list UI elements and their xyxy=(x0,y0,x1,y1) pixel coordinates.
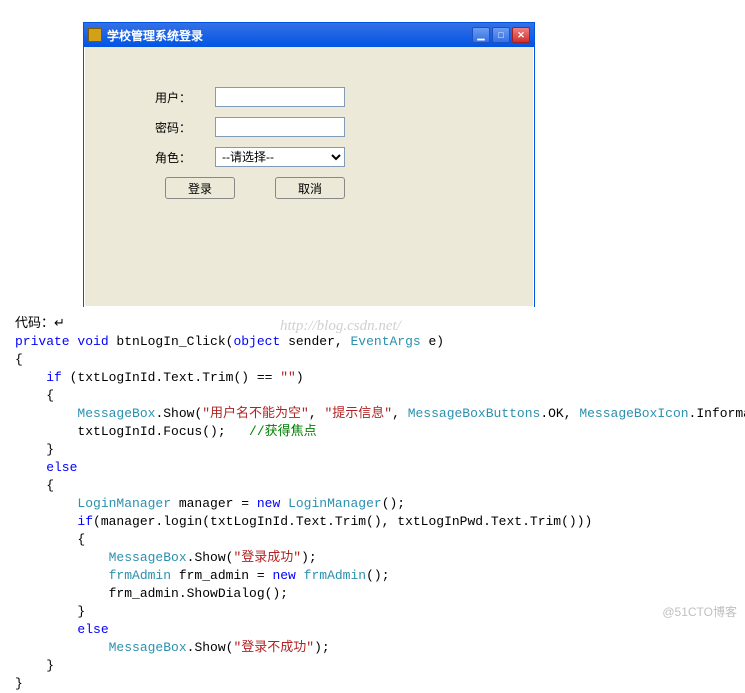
password-input[interactable] xyxy=(215,117,345,137)
maximize-button[interactable]: □ xyxy=(492,27,510,43)
password-label: 密码： xyxy=(155,119,215,136)
code-label: 代码：↵ xyxy=(15,316,65,331)
role-label: 角色： xyxy=(155,149,215,166)
window-title: 学校管理系统登录 xyxy=(107,27,472,44)
login-window: 学校管理系统登录 ▁ □ ✕ 用户： 密码： 角色： --请选择-- 登录 取消 xyxy=(83,22,535,307)
client-area: 用户： 密码： 角色： --请选择-- 登录 取消 xyxy=(84,47,534,307)
minimize-button[interactable]: ▁ xyxy=(472,27,490,43)
user-input[interactable] xyxy=(215,87,345,107)
user-label: 用户： xyxy=(155,89,215,106)
titlebar[interactable]: 学校管理系统登录 ▁ □ ✕ xyxy=(84,23,534,47)
app-icon xyxy=(88,28,102,42)
cancel-button[interactable]: 取消 xyxy=(275,177,345,199)
login-button[interactable]: 登录 xyxy=(165,177,235,199)
footer-watermark: @51CTO博客 xyxy=(662,603,737,620)
role-select[interactable]: --请选择-- xyxy=(215,147,345,167)
code-block: 代码：↵ private void btnLogIn_Click(object … xyxy=(15,315,735,693)
close-button[interactable]: ✕ xyxy=(512,27,530,43)
